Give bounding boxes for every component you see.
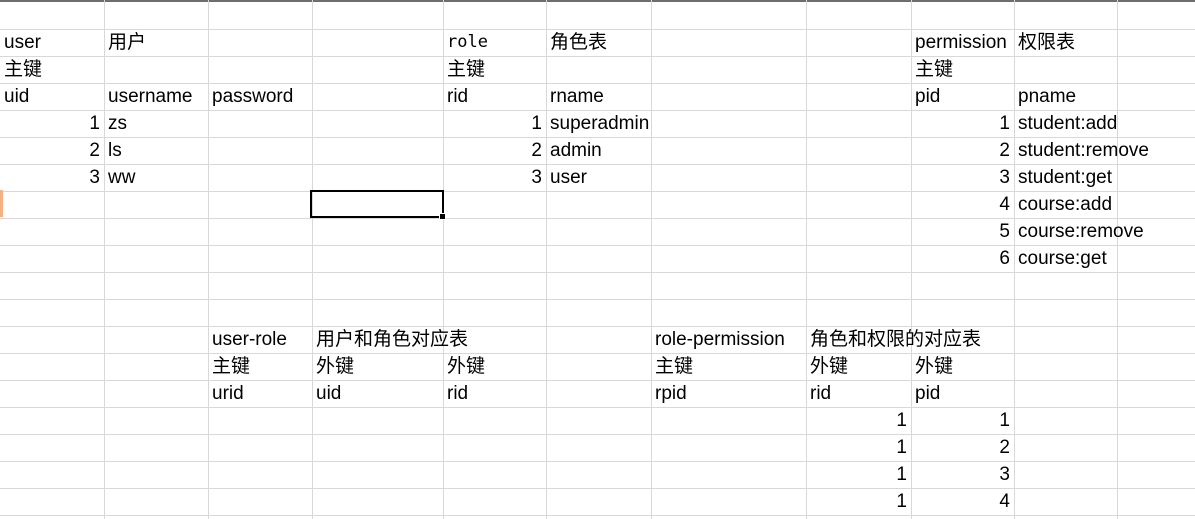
cell-rp-pid-4[interactable]: 4 [911, 488, 1014, 515]
cell-role-name-1[interactable]: superadmin [546, 110, 651, 137]
col-gridline [312, 0, 313, 519]
col-gridline [1117, 0, 1118, 519]
cell-user-name-2[interactable]: ls [104, 137, 208, 164]
row-gridline [0, 299, 1195, 300]
cell-hdr-rpid[interactable]: rpid [651, 380, 806, 407]
cell-ur-pk-label[interactable]: 主键 [208, 353, 312, 380]
cell-role-title-cn[interactable]: 角色表 [546, 29, 651, 56]
cell-hdr-rname[interactable]: rname [546, 83, 651, 110]
cell-hdr-pname[interactable]: pname [1014, 83, 1117, 110]
row-gridline [0, 461, 1195, 462]
cell-perm-name-2[interactable]: student:remove [1014, 137, 1149, 164]
cell-user-uid-1[interactable]: 1 [0, 110, 104, 137]
col-gridline [104, 0, 105, 519]
fill-handle[interactable] [439, 213, 446, 220]
cell-role-title[interactable]: role [443, 29, 546, 56]
cell-perm-pid-2[interactable]: 2 [911, 137, 1014, 164]
cell-hdr-urid[interactable]: urid [208, 380, 312, 407]
cell-perm-pid-4[interactable]: 4 [911, 191, 1014, 218]
cell-rp-pid-1[interactable]: 1 [911, 407, 1014, 434]
cell-perm-pid-5[interactable]: 5 [911, 218, 1014, 245]
cell-user-role-title-cn[interactable]: 用户和角色对应表 [312, 326, 468, 353]
col-gridline [546, 0, 547, 519]
spreadsheet-grid[interactable]: user 用户 role 角色表 permission 权限表 主键 主键 主键 uid usern… [0, 0, 1195, 519]
cell-perm-pid-6[interactable]: 6 [911, 245, 1014, 272]
cell-perm-name-5[interactable]: course:remove [1014, 218, 1144, 245]
cell-perm-name-1[interactable]: student:add [1014, 110, 1117, 137]
cell-hdr-rid[interactable]: rid [443, 83, 546, 110]
cell-perm-name-3[interactable]: student:get [1014, 164, 1117, 191]
col-gridline [651, 0, 652, 519]
cell-role-name-3[interactable]: user [546, 164, 651, 191]
cell-rp-fk-label-1[interactable]: 外键 [806, 353, 911, 380]
cell-rp-rid-1[interactable]: 1 [806, 407, 911, 434]
row-gridline [0, 272, 1195, 273]
cell-hdr-ur-rid[interactable]: rid [443, 380, 546, 407]
row-gridline [0, 326, 1195, 327]
cell-permission-pk-label[interactable]: 主键 [911, 56, 1014, 83]
cell-hdr-username[interactable]: username [104, 83, 208, 110]
cell-user-title[interactable]: user [0, 29, 104, 56]
cell-user-uid-3[interactable]: 3 [0, 164, 104, 191]
cell-hdr-uid[interactable]: uid [0, 83, 104, 110]
cell-hdr-ur-uid[interactable]: uid [312, 380, 443, 407]
cell-role-rid-3[interactable]: 3 [443, 164, 546, 191]
cell-user-uid-2[interactable]: 2 [0, 137, 104, 164]
cell-user-name-3[interactable]: ww [104, 164, 208, 191]
cell-user-role-title[interactable]: user-role [208, 326, 312, 353]
row-gridline [0, 407, 1195, 408]
col-gridline [208, 0, 209, 519]
cell-role-pk-label[interactable]: 主键 [443, 56, 546, 83]
cell-ur-fk-label-1[interactable]: 外键 [312, 353, 443, 380]
row-gridline [0, 434, 1195, 435]
cell-rp-pk-label[interactable]: 主键 [651, 353, 806, 380]
sheet-top-border [0, 0, 1195, 2]
cell-ur-fk-label-2[interactable]: 外键 [443, 353, 546, 380]
cell-role-permission-title-cn[interactable]: 角色和权限的对应表 [806, 326, 981, 353]
cell-user-name-1[interactable]: zs [104, 110, 208, 137]
cell-rp-rid-2[interactable]: 1 [806, 434, 911, 461]
cell-permission-title-cn[interactable]: 权限表 [1014, 29, 1117, 56]
row-gridline [0, 380, 1195, 381]
cell-role-rid-2[interactable]: 2 [443, 137, 546, 164]
cell-hdr-password[interactable]: password [208, 83, 312, 110]
cell-perm-pid-1[interactable]: 1 [911, 110, 1014, 137]
cell-user-pk-label[interactable]: 主键 [0, 56, 104, 83]
cell-rp-pid-2[interactable]: 2 [911, 434, 1014, 461]
cell-rp-rid-4[interactable]: 1 [806, 488, 911, 515]
selected-cell[interactable] [310, 190, 446, 220]
cell-perm-pid-3[interactable]: 3 [911, 164, 1014, 191]
cell-role-rid-1[interactable]: 1 [443, 110, 546, 137]
row-gridline [0, 515, 1195, 516]
cell-role-name-2[interactable]: admin [546, 137, 651, 164]
cell-rp-rid-3[interactable]: 1 [806, 461, 911, 488]
cell-hdr-rp-rid[interactable]: rid [806, 380, 911, 407]
cell-hdr-rp-pid[interactable]: pid [911, 380, 1014, 407]
cell-role-permission-title[interactable]: role-permission [651, 326, 806, 353]
cell-permission-title[interactable]: permission [911, 29, 1014, 56]
cell-hdr-pid[interactable]: pid [911, 83, 1014, 110]
cell-user-title-cn[interactable]: 用户 [104, 29, 208, 56]
cell-rp-fk-label-2[interactable]: 外键 [911, 353, 1014, 380]
cell-rp-pid-3[interactable]: 3 [911, 461, 1014, 488]
row-gridline [0, 56, 1195, 57]
cell-perm-name-4[interactable]: course:add [1014, 191, 1117, 218]
active-row-marker [0, 190, 3, 217]
row-gridline [0, 353, 1195, 354]
cell-perm-name-6[interactable]: course:get [1014, 245, 1117, 272]
row-gridline [0, 488, 1195, 489]
